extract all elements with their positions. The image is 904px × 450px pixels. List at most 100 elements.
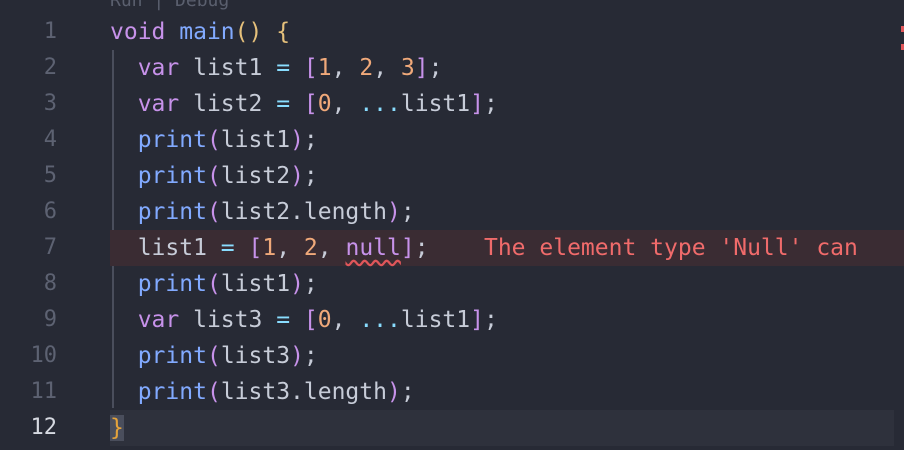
code-token: ;	[303, 271, 318, 297]
code-token: ;	[303, 163, 318, 189]
code-token: list1	[179, 55, 277, 81]
code-token: var	[137, 91, 180, 117]
line-code[interactable]: }	[110, 410, 904, 446]
code-token: 1	[317, 55, 332, 81]
code-token: (	[206, 343, 221, 369]
code-token: 0	[317, 307, 332, 333]
line-number: 11	[30, 379, 58, 404]
code-editor[interactable]: Run | Debug 1 void main() {2 var list1 = …	[0, 0, 904, 450]
code-token: list1	[220, 127, 291, 153]
code-token: ;	[400, 199, 415, 225]
line-code[interactable]: print(list1);	[110, 122, 904, 158]
code-token: }	[110, 415, 124, 441]
code-token: ;	[303, 127, 318, 153]
line-code[interactable]: list1 = [1, 2, null]; The element type '…	[110, 230, 904, 266]
line-number: 3	[43, 91, 57, 116]
code-token: )	[290, 343, 304, 369]
code-token: ...	[359, 307, 401, 333]
line-number: 2	[43, 55, 57, 80]
code-token: ,	[331, 307, 360, 333]
code-token: ]	[414, 55, 429, 81]
line-code[interactable]: var list1 = [1, 2, 3];	[110, 50, 904, 86]
code-token: print	[137, 343, 207, 369]
code-token: ;	[483, 91, 498, 117]
line-code[interactable]: var list3 = [0, ...list1];	[110, 302, 904, 338]
code-token: ,	[331, 55, 360, 81]
line-number: 5	[43, 163, 57, 188]
code-token: ]	[470, 91, 484, 117]
code-token: ]	[470, 307, 484, 333]
code-line[interactable]: 3 var list2 = [0, ...list1];	[0, 86, 904, 122]
code-token: (	[206, 379, 221, 405]
code-token: list3	[220, 343, 291, 369]
code-line[interactable]: 7 list1 = [1, 2, null]; The element type…	[0, 230, 904, 266]
code-line[interactable]: 10 print(list3);	[0, 338, 904, 374]
code-line[interactable]: 9 var list3 = [0, ...list1];	[0, 302, 904, 338]
line-code[interactable]: print(list2);	[110, 158, 904, 194]
line-code[interactable]: print(list3.length);	[110, 374, 904, 410]
code-token: ]	[400, 235, 415, 261]
line-number: 10	[30, 343, 58, 368]
code-line[interactable]: 8 print(list1);	[0, 266, 904, 302]
line-number: 6	[43, 199, 57, 224]
code-token: ,	[276, 235, 304, 261]
code-token: list2.length	[220, 199, 387, 225]
code-token: ()	[234, 19, 263, 45]
code-token: [	[248, 235, 263, 261]
code-token: )	[290, 163, 304, 189]
code-token: list1	[110, 235, 221, 261]
line-code[interactable]: void main() {	[110, 14, 904, 50]
codelens-run-debug[interactable]: Run | Debug	[110, 0, 229, 11]
code-token: list1	[400, 307, 471, 333]
code-token: =	[276, 307, 291, 333]
code-token: list3	[179, 307, 277, 333]
code-token: (	[206, 163, 221, 189]
code-token: ;	[303, 343, 318, 369]
code-token: main	[179, 19, 235, 45]
code-line[interactable]: 2 var list1 = [1, 2, 3];	[0, 50, 904, 86]
code-token: ;	[400, 379, 415, 405]
line-code[interactable]: print(list2.length);	[110, 194, 904, 230]
code-line[interactable]: 12}	[0, 410, 904, 446]
code-token: )	[290, 127, 304, 153]
code-token: list1	[400, 91, 471, 117]
code-line[interactable]: 1 void main() {	[0, 14, 904, 50]
code-token: list1	[220, 271, 291, 297]
code-token: void	[110, 19, 166, 45]
code-line[interactable]: 6 print(list2.length);	[0, 194, 904, 230]
code-token: ;	[428, 55, 443, 81]
code-token: ,	[317, 235, 346, 261]
code-token: (	[206, 199, 221, 225]
code-token: )	[290, 271, 304, 297]
code-token: print	[137, 379, 207, 405]
code-line[interactable]: 11 print(list3.length);	[0, 374, 904, 410]
code-token: ;	[483, 307, 498, 333]
code-line[interactable]: 5 print(list2);	[0, 158, 904, 194]
error-token: null	[345, 235, 401, 261]
code-token: print	[137, 271, 207, 297]
line-number: 4	[43, 127, 57, 152]
code-token: )	[386, 199, 401, 225]
code-line[interactable]: 4 print(list1);	[0, 122, 904, 158]
code-token: 1	[262, 235, 277, 261]
line-code[interactable]: var list2 = [0, ...list1];	[110, 86, 904, 122]
line-code[interactable]: print(list1);	[110, 266, 904, 302]
line-number: 1	[43, 19, 57, 44]
line-code[interactable]: print(list3);	[110, 338, 904, 374]
code-token: )	[386, 379, 401, 405]
code-token: ,	[373, 55, 401, 81]
code-token: =	[276, 55, 291, 81]
code-token: list3.length	[220, 379, 387, 405]
